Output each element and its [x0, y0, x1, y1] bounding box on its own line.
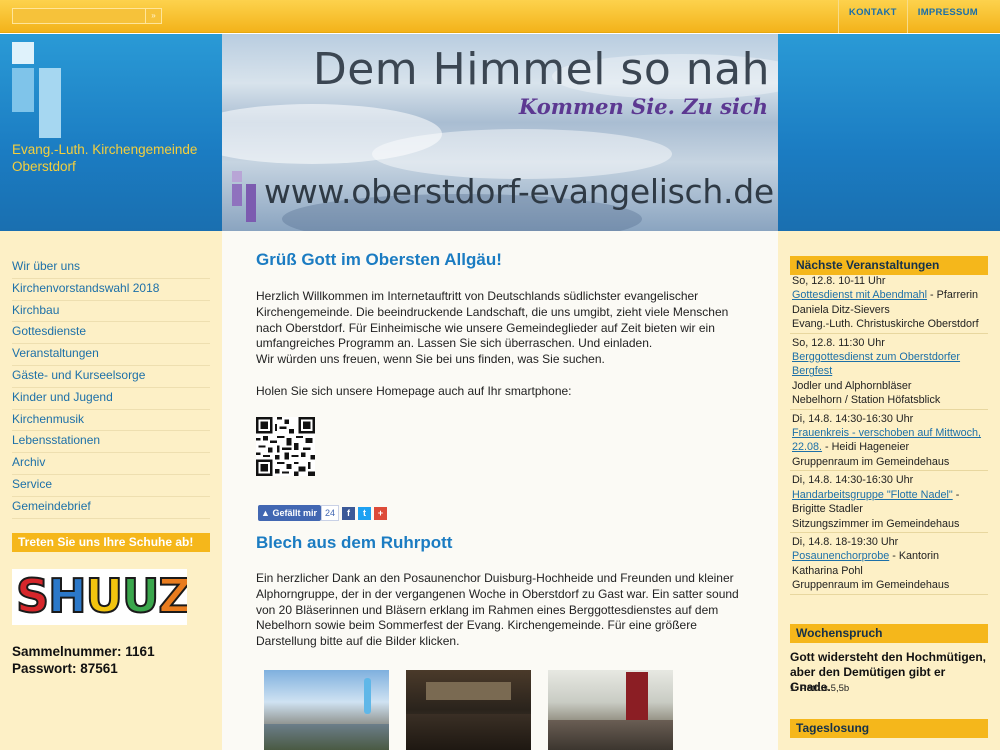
- nav-item: Kirchenmusik: [12, 410, 210, 432]
- header-banner: Dem Himmel so nah Kommen Sie. Zu sich ww…: [222, 34, 778, 231]
- collect-number: Sammelnummer: 1161: [12, 644, 155, 659]
- nav-item: Kirchbau: [12, 301, 210, 323]
- events-heading: Nächste Veranstaltungen: [790, 256, 988, 275]
- nav-item: Lebensstationen: [12, 431, 210, 454]
- top-bar: » KONTAKT IMPRESSUM: [0, 0, 1000, 33]
- event-item: Di, 14.8. 18-19:30 Uhr Posaunenchorprobe…: [790, 535, 988, 595]
- article-text: Ein herzlicher Dank an den Posaunenchor …: [256, 571, 739, 649]
- event-item: So, 12.8. 11:30 Uhr Berggottesdienst zum…: [790, 336, 988, 410]
- impressum-link[interactable]: IMPRESSUM: [906, 0, 1000, 33]
- social-bar: ▲ Gefällt mir 24 f t +: [258, 505, 387, 521]
- nav-link-kurseelsorge[interactable]: Gäste- und Kurseelsorge: [12, 366, 210, 385]
- shuuz-logo-text: SHUUZ: [15, 569, 187, 624]
- welcome-text: Herzlich Willkommen im Internetauftritt …: [256, 289, 729, 367]
- article-title: Blech aus dem Ruhrpott: [256, 533, 453, 552]
- facebook-share-icon[interactable]: f: [341, 506, 355, 520]
- event-item: Di, 14.8. 14:30-16:30 Uhr Frauenkreis - …: [790, 412, 988, 472]
- nav-link-lebensstationen[interactable]: Lebensstationen: [12, 431, 210, 450]
- events-list: So, 12.8. 10-11 Uhr Gottesdienst mit Abe…: [790, 274, 988, 597]
- facebook-like-button[interactable]: ▲ Gefällt mir: [258, 505, 321, 521]
- nav-item: Kinder und Jugend: [12, 388, 210, 410]
- nav-item: Archiv: [12, 453, 210, 475]
- promo-credentials: Sammelnummer: 1161 Passwort: 87561: [12, 643, 155, 677]
- nav-link-kirchbau[interactable]: Kirchbau: [12, 301, 210, 320]
- nav-item: Gäste- und Kurseelsorge: [12, 366, 210, 388]
- search-input[interactable]: [13, 9, 147, 23]
- nav-link-veranstaltungen[interactable]: Veranstaltungen: [12, 344, 210, 363]
- nav-link-kirchenvorstandswahl[interactable]: Kirchenvorstandswahl 2018: [12, 279, 210, 298]
- event-link[interactable]: Handarbeitsgruppe "Flotte Nadel": [792, 489, 953, 501]
- nav-item: Veranstaltungen: [12, 344, 210, 366]
- nav-item: Wir über uns: [12, 257, 210, 279]
- event-item: Di, 14.8. 14:30-16:30 Uhr Handarbeitsgru…: [790, 473, 988, 533]
- gallery-image-1[interactable]: [264, 670, 389, 750]
- nav-item: Gottesdienste: [12, 322, 210, 345]
- nav-link-gemeindebrief[interactable]: Gemeindebrief: [12, 497, 210, 516]
- banner-url: www.oberstdorf-evangelisch.de: [264, 172, 774, 211]
- qr-code: [256, 417, 315, 476]
- shuuz-logo[interactable]: SHUUZ: [12, 569, 187, 625]
- thumbs-up-icon: ▲: [261, 508, 270, 518]
- nav-link-archiv[interactable]: Archiv: [12, 453, 210, 472]
- org-name[interactable]: Evang.-Luth. Kirchengemeinde Oberstdorf: [12, 141, 217, 175]
- like-count: 24: [320, 505, 339, 521]
- main-content: Grüß Gott im Obersten Allgäu! Herzlich W…: [222, 231, 778, 750]
- banner-subtitle: Kommen Sie. Zu sich: [518, 94, 768, 119]
- event-link[interactable]: Gottesdienst mit Abendmahl: [792, 289, 927, 301]
- nav-item: Service: [12, 475, 210, 497]
- smartphone-text: Holen Sie sich unsere Homepage auch auf …: [256, 384, 572, 398]
- header: Evang.-Luth. Kirchengemeinde Oberstdorf …: [0, 34, 1000, 231]
- search-form: »: [12, 8, 162, 24]
- main-nav: Wir über uns Kirchenvorstandswahl 2018 K…: [12, 257, 210, 519]
- nav-link-kirchenmusik[interactable]: Kirchenmusik: [12, 410, 210, 429]
- collect-password: Passwort: 87561: [12, 661, 118, 676]
- event-link[interactable]: Berggottesdienst zum Oberstdorfer Bergfe…: [792, 351, 960, 377]
- kontakt-link[interactable]: KONTAKT: [837, 0, 907, 33]
- welcome-title: Grüß Gott im Obersten Allgäu!: [256, 250, 502, 269]
- google-plus-share-icon[interactable]: +: [373, 506, 387, 520]
- weekly-verse-ref: 1. Petrus 5,5b: [790, 683, 850, 694]
- banner-title: Dem Himmel so nah: [312, 44, 770, 95]
- nav-link-kinder-jugend[interactable]: Kinder und Jugend: [12, 388, 210, 407]
- nav-item: Kirchenvorstandswahl 2018: [12, 279, 210, 301]
- top-links: KONTAKT IMPRESSUM: [837, 0, 1000, 33]
- promo-heading: Treten Sie uns Ihre Schuhe ab!: [12, 533, 210, 552]
- search-button[interactable]: »: [145, 9, 161, 23]
- event-link[interactable]: Posaunenchorprobe: [792, 550, 889, 562]
- right-sidebar: Nächste Veranstaltungen So, 12.8. 10-11 …: [778, 231, 1000, 750]
- gallery-image-3[interactable]: [548, 670, 673, 750]
- left-sidebar: Wir über uns Kirchenvorstandswahl 2018 K…: [0, 231, 222, 750]
- nav-link-gottesdienste[interactable]: Gottesdienste: [12, 322, 210, 341]
- church-logo-icon[interactable]: [12, 42, 62, 138]
- nav-link-service[interactable]: Service: [12, 475, 210, 494]
- daily-heading: Tageslosung: [790, 719, 988, 738]
- twitter-share-icon[interactable]: t: [357, 506, 371, 520]
- nav-link-wir-ueber-uns[interactable]: Wir über uns: [12, 257, 210, 276]
- gallery-image-2[interactable]: [406, 670, 531, 750]
- nav-item: Gemeindebrief: [12, 497, 210, 519]
- event-item: So, 12.8. 10-11 Uhr Gottesdienst mit Abe…: [790, 274, 988, 334]
- weekly-heading: Wochenspruch: [790, 624, 988, 643]
- banner-logo-icon: [232, 171, 242, 182]
